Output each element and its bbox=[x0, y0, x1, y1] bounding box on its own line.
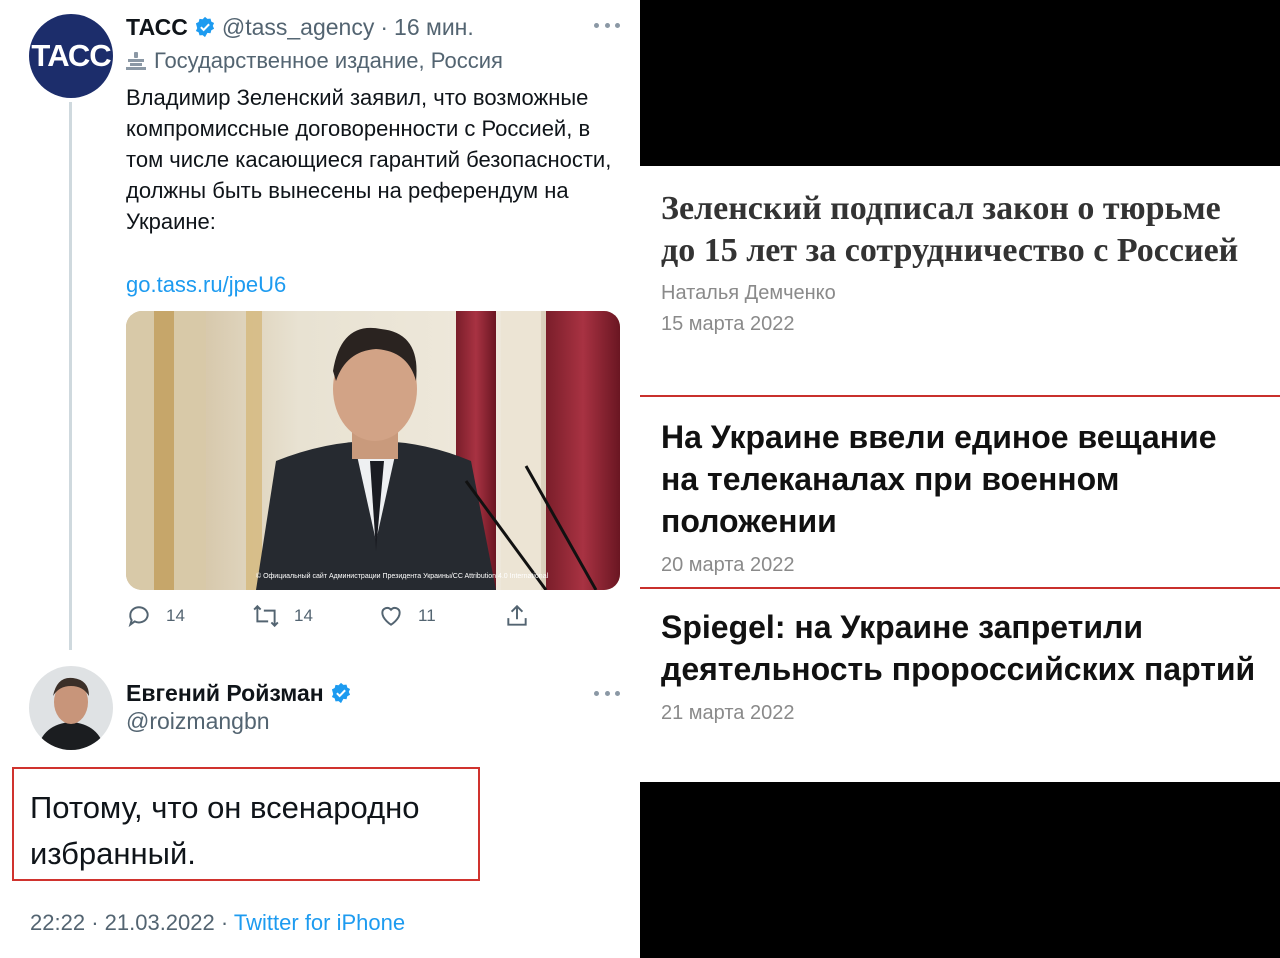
tweet2-more-icon[interactable] bbox=[594, 688, 620, 698]
share-button[interactable] bbox=[504, 598, 544, 634]
news-date: 20 марта 2022 bbox=[661, 554, 795, 576]
verified-badge-icon bbox=[194, 16, 216, 38]
tweet2-text: Потому, что он всенародно избранный. bbox=[30, 790, 420, 871]
tass-avatar-logo: ТАСС bbox=[31, 38, 111, 73]
news-divider bbox=[640, 395, 1280, 397]
share-icon bbox=[507, 604, 527, 626]
tweet2-author-name-text: Евгений Ройзман bbox=[126, 679, 324, 706]
tweet2-source[interactable]: Twitter for iPhone bbox=[234, 910, 405, 935]
tweet1-timestamp[interactable]: 16 мин. bbox=[394, 14, 474, 41]
tweet1-photo[interactable]: © Официальный сайт Администрации Президе… bbox=[126, 311, 620, 590]
tweet1-header: ТАСС @tass_agency · 16 мин. bbox=[126, 10, 474, 44]
tweet-panel: ТАСС ТАСС @tass_agency · 16 мин. Государ… bbox=[0, 0, 640, 958]
news-item[interactable]: Зеленский подписал закон о тюрьме до 15 … bbox=[661, 188, 1261, 336]
tweet1-author-name[interactable]: ТАСС bbox=[126, 14, 188, 41]
photo-credit: © Официальный сайт Администрации Президе… bbox=[256, 573, 549, 580]
tweet2-author-name[interactable]: Евгений Ройзман bbox=[126, 676, 358, 710]
tweet1-text: Владимир Зеленский заявил, что возможные… bbox=[126, 85, 612, 234]
retweet-button[interactable]: 14 bbox=[252, 598, 313, 634]
reply-button[interactable]: 14 bbox=[126, 598, 185, 634]
heart-icon bbox=[381, 606, 401, 626]
news-divider bbox=[640, 587, 1280, 589]
retweet-count: 14 bbox=[294, 606, 313, 625]
news-date: 21 марта 2022 bbox=[661, 702, 795, 724]
roizman-avatar[interactable] bbox=[29, 666, 113, 750]
tweet1-link[interactable]: go.tass.ru/jpeU6 bbox=[126, 269, 286, 300]
tweet1-more-icon[interactable] bbox=[594, 20, 620, 30]
retweet-icon bbox=[253, 604, 279, 628]
state-media-label-text: Государственное издание, Россия bbox=[154, 48, 503, 73]
state-media-label[interactable]: Государственное издание, Россия bbox=[126, 46, 503, 76]
reply-icon bbox=[128, 606, 149, 628]
like-button[interactable]: 11 bbox=[378, 598, 436, 634]
tweet2-time[interactable]: 22:22 bbox=[30, 910, 85, 935]
tweet2-separator: · bbox=[220, 910, 229, 935]
zelensky-photo-image bbox=[126, 311, 620, 590]
news-headline[interactable]: Зеленский подписал закон о тюрьме до 15 … bbox=[661, 188, 1261, 272]
news-headline[interactable]: Spiegel: на Украине запретили деятельнос… bbox=[661, 606, 1261, 690]
tweet2-meta: 22:22 · 21.03.2022 · Twitter for iPhone bbox=[30, 910, 405, 936]
podium-icon bbox=[126, 52, 146, 70]
news-headline[interactable]: На Украине ввели единое вещание на телек… bbox=[661, 416, 1261, 542]
like-count: 11 bbox=[418, 606, 436, 625]
tass-avatar[interactable]: ТАСС bbox=[29, 14, 113, 98]
tweet2-handle[interactable]: @roizmangbn bbox=[126, 708, 270, 735]
news-item[interactable]: На Украине ввели единое вещание на телек… bbox=[661, 416, 1261, 577]
tweet2-separator: · bbox=[91, 910, 99, 935]
tweet2-highlight-box: Потому, что он всенародно избранный. bbox=[12, 767, 480, 881]
news-item[interactable]: Spiegel: на Украине запретили деятельнос… bbox=[661, 606, 1261, 725]
thread-connector bbox=[69, 102, 72, 650]
news-author[interactable]: Наталья Демченко bbox=[661, 282, 1261, 305]
verified-badge-icon bbox=[330, 682, 352, 704]
tweet1-action-bar: 14 14 11 bbox=[126, 598, 546, 634]
tweet1-separator: · bbox=[380, 13, 389, 40]
tweet2-date[interactable]: 21.03.2022 bbox=[105, 910, 215, 935]
tweet1-handle[interactable]: @tass_agency bbox=[222, 14, 375, 41]
news-list: Зеленский подписал закон о тюрьме до 15 … bbox=[640, 166, 1280, 782]
reply-count: 14 bbox=[166, 606, 185, 625]
news-date: 15 марта 2022 bbox=[661, 313, 795, 335]
roizman-avatar-image bbox=[29, 666, 113, 750]
news-panel-background: Зеленский подписал закон о тюрьме до 15 … bbox=[640, 0, 1280, 958]
